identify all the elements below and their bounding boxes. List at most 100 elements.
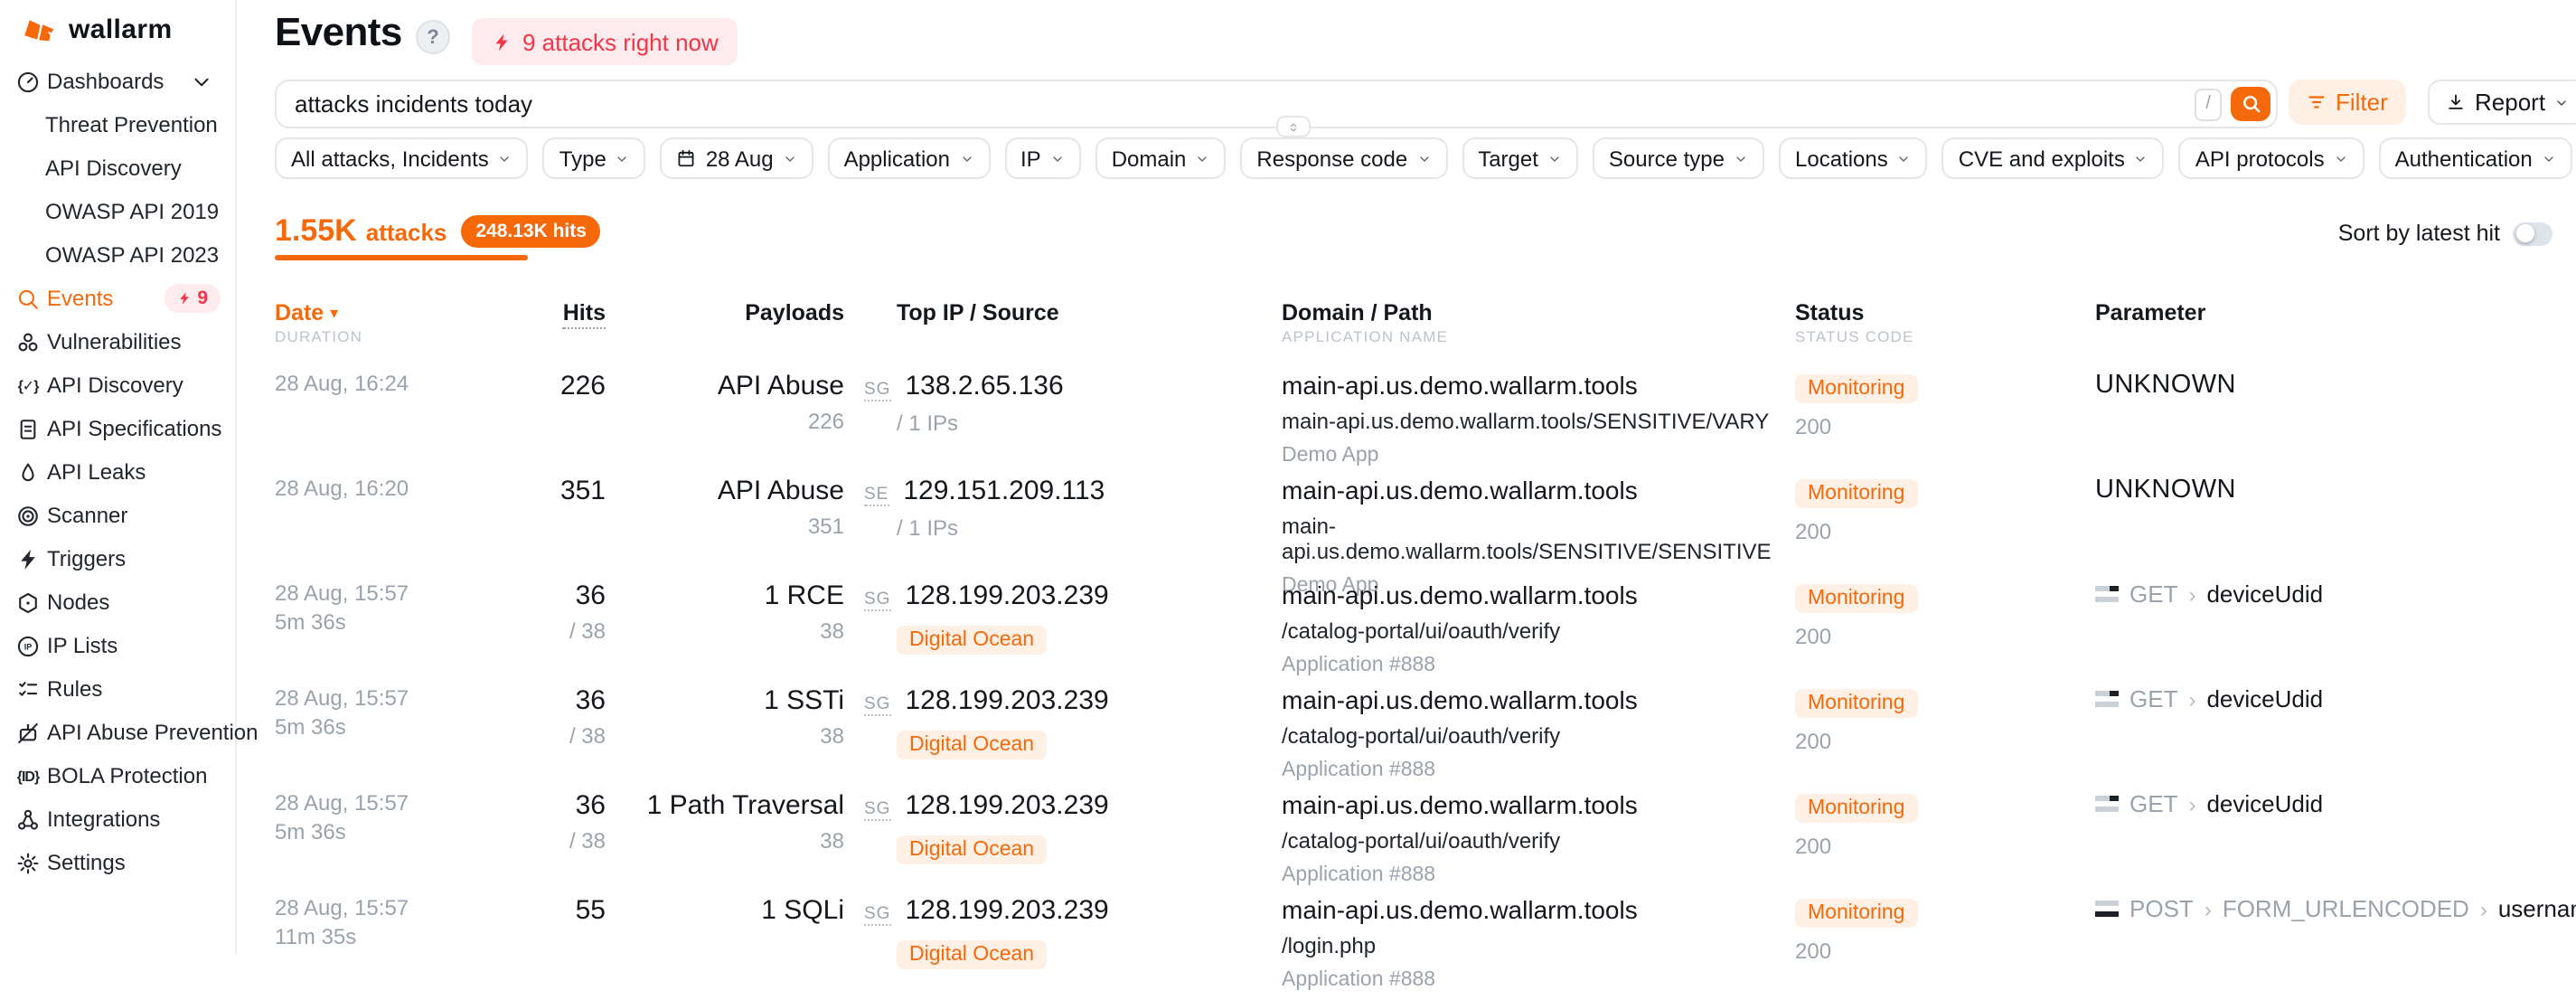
- payload-type: 1 Path Traversal: [624, 790, 844, 821]
- table-row[interactable]: 28 Aug, 15:57 5m 36s 36 / 38 1 SSTi 38 S…: [0, 685, 2576, 790]
- domain[interactable]: main-api.us.demo.wallarm.tools: [1282, 580, 1779, 609]
- hits-value: 36: [434, 685, 606, 716]
- payload-count: 351: [624, 514, 844, 539]
- table-row[interactable]: 28 Aug, 15:57 11m 35s 55 1 SQLi SG128.19…: [0, 895, 2576, 1000]
- payload-type: 1 SSTi: [624, 685, 844, 716]
- status-cell: Monitoring 200: [1795, 371, 2030, 439]
- parameter-cell: GET›deviceUdid: [2095, 790, 2565, 817]
- application-name: Application #888: [1282, 969, 1779, 991]
- hits-cell: 226: [434, 371, 606, 401]
- domain-cell: main-api.us.demo.wallarm.tools /login.ph…: [1282, 895, 1779, 991]
- ip-address[interactable]: 129.151.209.113: [903, 476, 1105, 506]
- payloads-cell: API Abuse 351: [624, 476, 844, 539]
- parameter-part: username: [2498, 895, 2576, 922]
- chevron-separator: ›: [2188, 686, 2195, 712]
- table-row[interactable]: 28 Aug, 15:57 5m 36s 36 / 38 1 RCE 38 SG…: [0, 580, 2576, 685]
- domain-cell: main-api.us.demo.wallarm.tools /catalog-…: [1282, 790, 1779, 886]
- parameter-part: POST: [2129, 895, 2194, 922]
- hits-total: / 38: [434, 618, 606, 644]
- payload-count: 226: [624, 409, 844, 434]
- payload-type: 1 RCE: [624, 580, 844, 611]
- path[interactable]: main-api.us.demo.wallarm.tools/SENSITIVE…: [1282, 409, 1779, 434]
- status-cell: Monitoring 200: [1795, 476, 2030, 544]
- parameter-cell: POST›FORM_URLENCODED›username: [2095, 895, 2565, 922]
- param-location-icon: [2095, 691, 2119, 707]
- payload-count: 38: [624, 828, 844, 854]
- country-code: SG: [864, 694, 890, 716]
- payload-type: 1 SQLi: [624, 895, 844, 926]
- path[interactable]: /catalog-portal/ui/oauth/verify: [1282, 618, 1779, 644]
- status-badge: Monitoring: [1795, 584, 1917, 613]
- hits-total: / 38: [434, 828, 606, 854]
- country-code: SG: [864, 380, 890, 401]
- event-duration: 11m 35s: [275, 924, 564, 949]
- status-badge: Monitoring: [1795, 899, 1917, 928]
- payload-type: API Abuse: [624, 371, 844, 401]
- status-badge: Monitoring: [1795, 794, 1917, 823]
- hits-cell: 351: [434, 476, 606, 506]
- source-ips: / 1 IPs: [897, 410, 1262, 436]
- ip-address[interactable]: 128.199.203.239: [905, 580, 1108, 611]
- status-code: 200: [1795, 624, 2030, 649]
- hits-cell: 36 / 38: [434, 790, 606, 854]
- source-badge: Digital Ocean: [897, 940, 1047, 969]
- chevron-separator: ›: [2188, 581, 2195, 607]
- parameter-part: deviceUdid: [2206, 685, 2323, 712]
- chevron-separator: ›: [2480, 896, 2487, 921]
- domain[interactable]: main-api.us.demo.wallarm.tools: [1282, 895, 1779, 924]
- hits-value: 351: [434, 476, 606, 506]
- status-badge: Monitoring: [1795, 689, 1917, 718]
- events-table: 28 Aug, 16:24 226 API Abuse 226 SG138.2.…: [0, 0, 2576, 955]
- app-window: wallarm DashboardsThreat PreventionAPI D…: [0, 0, 2576, 955]
- application-name: Demo App: [1282, 445, 1779, 467]
- status-cell: Monitoring 200: [1795, 895, 2030, 964]
- param-location-icon: [2095, 901, 2119, 917]
- hits-value: 36: [434, 790, 606, 821]
- table-row[interactable]: 28 Aug, 16:24 226 API Abuse 226 SG138.2.…: [0, 371, 2576, 476]
- ip-address[interactable]: 128.199.203.239: [905, 685, 1108, 716]
- top-ip-cell: SE129.151.209.113 / 1 IPs: [864, 476, 1262, 541]
- ip-address[interactable]: 128.199.203.239: [905, 790, 1108, 821]
- top-ip-cell: SG128.199.203.239 Digital Ocean: [864, 790, 1262, 864]
- hits-cell: 55: [434, 895, 606, 926]
- payloads-cell: API Abuse 226: [624, 371, 844, 434]
- status-code: 200: [1795, 939, 2030, 964]
- table-row[interactable]: 28 Aug, 16:20 351 API Abuse 351 SE129.15…: [0, 476, 2576, 580]
- domain[interactable]: main-api.us.demo.wallarm.tools: [1282, 685, 1779, 714]
- domain[interactable]: main-api.us.demo.wallarm.tools: [1282, 371, 1779, 400]
- path[interactable]: /catalog-portal/ui/oauth/verify: [1282, 723, 1779, 749]
- hits-value: 36: [434, 580, 606, 611]
- parameter-cell: UNKNOWN: [2095, 371, 2565, 400]
- parameter-cell: GET›deviceUdid: [2095, 580, 2565, 608]
- payload-type: API Abuse: [624, 476, 844, 506]
- path[interactable]: main-api.us.demo.wallarm.tools/SENSITIVE…: [1282, 514, 1779, 564]
- parameter-cell: GET › deviceUdid: [2095, 685, 2565, 712]
- hits-value: 226: [434, 371, 606, 401]
- status-code: 200: [1795, 414, 2030, 439]
- status-cell: Monitoring 200: [1795, 685, 2030, 754]
- status-code: 200: [1795, 519, 2030, 544]
- domain[interactable]: main-api.us.demo.wallarm.tools: [1282, 476, 1779, 505]
- hits-cell: 36 / 38: [434, 685, 606, 749]
- status-cell: Monitoring 200: [1795, 790, 2030, 859]
- payloads-cell: 1 SSTi 38: [624, 685, 844, 749]
- domain[interactable]: main-api.us.demo.wallarm.tools: [1282, 790, 1779, 819]
- parameter-value: UNKNOWN: [2095, 476, 2236, 505]
- country-code: SG: [864, 590, 890, 611]
- top-ip-cell: SG 138.2.65.136 / 1 IPs: [864, 371, 1262, 436]
- hits-value: 55: [434, 895, 606, 926]
- path[interactable]: /catalog-portal/ui/oauth/verify: [1282, 828, 1779, 854]
- status-badge: Monitoring: [1795, 479, 1917, 508]
- chevron-separator: ›: [2188, 791, 2195, 816]
- source-badge: Digital Ocean: [897, 731, 1047, 759]
- hits-cell: 36 / 38: [434, 580, 606, 644]
- parameter-part: GET: [2129, 580, 2177, 608]
- ip-address[interactable]: 138.2.65.136: [905, 371, 1063, 401]
- ip-address[interactable]: 128.199.203.239: [905, 895, 1108, 926]
- domain-cell: main-api.us.demo.wallarm.tools /catalog-…: [1282, 685, 1779, 781]
- application-name: Application #888: [1282, 655, 1779, 676]
- top-ip-cell: SG128.199.203.239 Digital Ocean: [864, 895, 1262, 969]
- table-row[interactable]: 28 Aug, 15:57 5m 36s 36 / 38 1 Path Trav…: [0, 790, 2576, 895]
- parameter-part: GET: [2129, 685, 2177, 712]
- parameter-part: deviceUdid: [2206, 790, 2323, 817]
